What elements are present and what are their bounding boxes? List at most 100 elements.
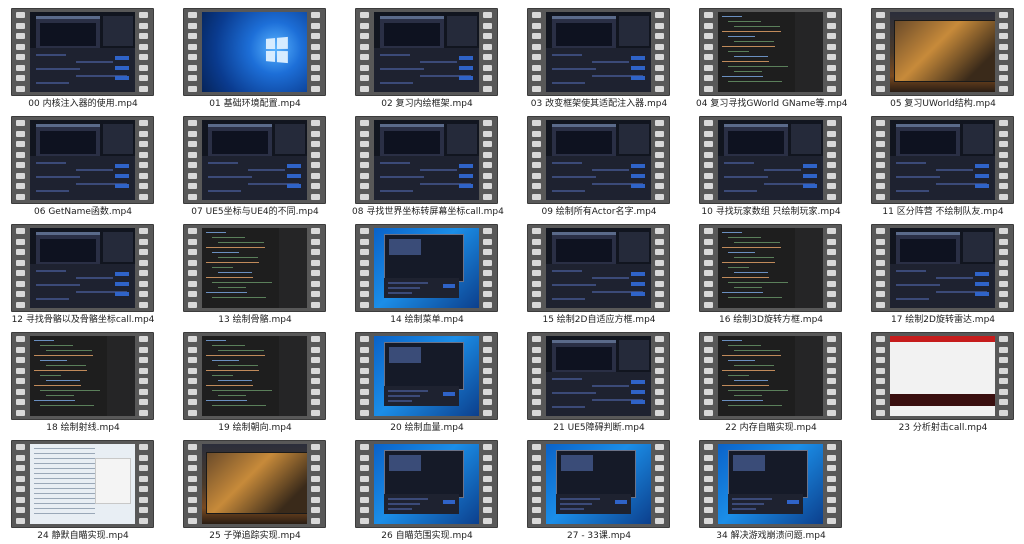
- file-name-label[interactable]: 12 寻找骨骼以及骨骼坐标call.mp4: [8, 314, 158, 326]
- file-name-label[interactable]: 03 改变框架使其适配注入器.mp4: [524, 98, 674, 110]
- file-name-label[interactable]: 18 绘制射线.mp4: [8, 422, 158, 434]
- video-thumbnail[interactable]: [871, 8, 1014, 96]
- thumbnail-preview-image: [30, 336, 135, 416]
- video-thumbnail[interactable]: [355, 440, 498, 528]
- video-thumbnail[interactable]: [183, 8, 326, 96]
- video-thumbnail[interactable]: [699, 116, 842, 204]
- video-file-item[interactable]: 27 - 33课.mp4: [524, 437, 674, 543]
- film-perforation: [359, 120, 371, 200]
- video-file-item[interactable]: 07 UE5坐标与UE4的不同.mp4: [180, 113, 330, 219]
- video-thumbnail[interactable]: [183, 116, 326, 204]
- video-file-item[interactable]: 15 绘制2D自适应方框.mp4: [524, 221, 674, 327]
- video-file-item[interactable]: 16 绘制3D旋转方框.mp4: [696, 221, 846, 327]
- video-thumbnail[interactable]: [527, 224, 670, 312]
- file-name-label[interactable]: 15 绘制2D自适应方框.mp4: [524, 314, 674, 326]
- video-file-item[interactable]: 01 基础环境配置.mp4: [180, 5, 330, 111]
- video-file-item[interactable]: 17 绘制2D旋转雷达.mp4: [868, 221, 1018, 327]
- thumbnail-preview-image: [546, 12, 651, 92]
- video-thumbnail[interactable]: [183, 224, 326, 312]
- video-thumbnail[interactable]: [11, 332, 154, 420]
- video-thumbnail[interactable]: [183, 332, 326, 420]
- file-name-label[interactable]: 04 复习寻找GWorld GName等.mp4: [696, 98, 848, 110]
- file-name-label[interactable]: 22 内存自瞄实现.mp4: [696, 422, 846, 434]
- video-thumbnail[interactable]: [355, 224, 498, 312]
- film-perforation: [703, 12, 715, 92]
- video-thumbnail[interactable]: [183, 440, 326, 528]
- file-name-label[interactable]: 09 绘制所有Actor名字.mp4: [524, 206, 674, 218]
- video-file-item[interactable]: 19 绘制朝向.mp4: [180, 329, 330, 435]
- video-file-item[interactable]: 12 寻找骨骼以及骨骼坐标call.mp4: [8, 221, 158, 327]
- video-file-item[interactable]: 26 自瞄范围实现.mp4: [352, 437, 502, 543]
- video-file-item[interactable]: 18 绘制射线.mp4: [8, 329, 158, 435]
- file-name-label[interactable]: 10 寻找玩家数组 只绘制玩家.mp4: [696, 206, 846, 218]
- file-name-label[interactable]: 06 GetName函数.mp4: [8, 206, 158, 218]
- file-name-label[interactable]: 05 复习UWorld结构.mp4: [868, 98, 1018, 110]
- video-thumbnail[interactable]: [871, 224, 1014, 312]
- video-thumbnail[interactable]: [355, 116, 498, 204]
- video-file-item[interactable]: 23 分析射击call.mp4: [868, 329, 1018, 435]
- file-name-label[interactable]: 25 子弹追踪实现.mp4: [180, 530, 330, 542]
- video-thumbnail[interactable]: [11, 116, 154, 204]
- file-name-label[interactable]: 11 区分阵营 不绘制队友.mp4: [868, 206, 1018, 218]
- file-name-label[interactable]: 16 绘制3D旋转方框.mp4: [696, 314, 846, 326]
- video-thumbnail[interactable]: [527, 440, 670, 528]
- video-thumbnail[interactable]: [355, 332, 498, 420]
- file-name-label[interactable]: 26 自瞄范围实现.mp4: [352, 530, 502, 542]
- video-file-item[interactable]: 03 改变框架使其适配注入器.mp4: [524, 5, 674, 111]
- file-name-label[interactable]: 01 基础环境配置.mp4: [180, 98, 330, 110]
- video-file-item[interactable]: 22 内存自瞄实现.mp4: [696, 329, 846, 435]
- thumbnail-preview-image: [718, 336, 823, 416]
- video-file-item[interactable]: 24 静默自瞄实现.mp4: [8, 437, 158, 543]
- file-name-label[interactable]: 02 复习内绘框架.mp4: [352, 98, 502, 110]
- video-thumbnail[interactable]: [871, 332, 1014, 420]
- thumbnail-preview-image: [890, 120, 995, 200]
- file-name-label[interactable]: 24 静默自瞄实现.mp4: [8, 530, 158, 542]
- video-file-item[interactable]: 20 绘制血量.mp4: [352, 329, 502, 435]
- video-thumbnail[interactable]: [871, 116, 1014, 204]
- film-perforation: [654, 336, 666, 416]
- video-file-item[interactable]: 05 复习UWorld结构.mp4: [868, 5, 1018, 111]
- video-file-item[interactable]: 02 复习内绘框架.mp4: [352, 5, 502, 111]
- video-thumbnail[interactable]: [527, 332, 670, 420]
- file-name-label[interactable]: 34 解决游戏崩溃问题.mp4: [696, 530, 846, 542]
- video-thumbnail[interactable]: [355, 8, 498, 96]
- file-name-label[interactable]: 13 绘制骨骼.mp4: [180, 314, 330, 326]
- video-thumbnail[interactable]: [699, 440, 842, 528]
- video-file-item[interactable]: 14 绘制菜单.mp4: [352, 221, 502, 327]
- file-name-label[interactable]: 19 绘制朝向.mp4: [180, 422, 330, 434]
- video-file-item[interactable]: 09 绘制所有Actor名字.mp4: [524, 113, 674, 219]
- file-name-label[interactable]: 21 UE5障碍判断.mp4: [524, 422, 674, 434]
- video-file-item[interactable]: 04 复习寻找GWorld GName等.mp4: [696, 5, 848, 111]
- file-name-label[interactable]: 27 - 33课.mp4: [524, 530, 674, 542]
- film-perforation: [875, 336, 887, 416]
- video-file-item[interactable]: 34 解决游戏崩溃问题.mp4: [696, 437, 846, 543]
- file-name-label[interactable]: 14 绘制菜单.mp4: [352, 314, 502, 326]
- file-name-label[interactable]: 20 绘制血量.mp4: [352, 422, 502, 434]
- video-thumbnail[interactable]: [527, 8, 670, 96]
- video-thumbnail[interactable]: [11, 8, 154, 96]
- video-thumbnail[interactable]: [699, 8, 842, 96]
- video-file-item[interactable]: 06 GetName函数.mp4: [8, 113, 158, 219]
- file-name-label[interactable]: 07 UE5坐标与UE4的不同.mp4: [180, 206, 330, 218]
- film-perforation: [138, 12, 150, 92]
- file-name-label[interactable]: 00 内核注入器的使用.mp4: [8, 98, 158, 110]
- video-file-item[interactable]: 08 寻找世界坐标转屏幕坐标call.mp4: [352, 113, 504, 219]
- video-file-item[interactable]: 00 内核注入器的使用.mp4: [8, 5, 158, 111]
- video-file-item[interactable]: 11 区分阵营 不绘制队友.mp4: [868, 113, 1018, 219]
- film-perforation: [826, 12, 838, 92]
- video-thumbnail[interactable]: [699, 332, 842, 420]
- video-thumbnail[interactable]: [11, 440, 154, 528]
- film-perforation: [531, 444, 543, 524]
- video-file-item[interactable]: 21 UE5障碍判断.mp4: [524, 329, 674, 435]
- video-thumbnail[interactable]: [11, 224, 154, 312]
- file-name-label[interactable]: 08 寻找世界坐标转屏幕坐标call.mp4: [352, 206, 504, 218]
- video-file-item[interactable]: 25 子弹追踪实现.mp4: [180, 437, 330, 543]
- file-name-label[interactable]: 23 分析射击call.mp4: [868, 422, 1018, 434]
- film-perforation: [654, 120, 666, 200]
- video-thumbnail[interactable]: [527, 116, 670, 204]
- file-name-label[interactable]: 17 绘制2D旋转雷达.mp4: [868, 314, 1018, 326]
- video-file-item[interactable]: 13 绘制骨骼.mp4: [180, 221, 330, 327]
- video-thumbnail[interactable]: [699, 224, 842, 312]
- thumbnail-preview-image: [718, 120, 823, 200]
- video-file-item[interactable]: 10 寻找玩家数组 只绘制玩家.mp4: [696, 113, 846, 219]
